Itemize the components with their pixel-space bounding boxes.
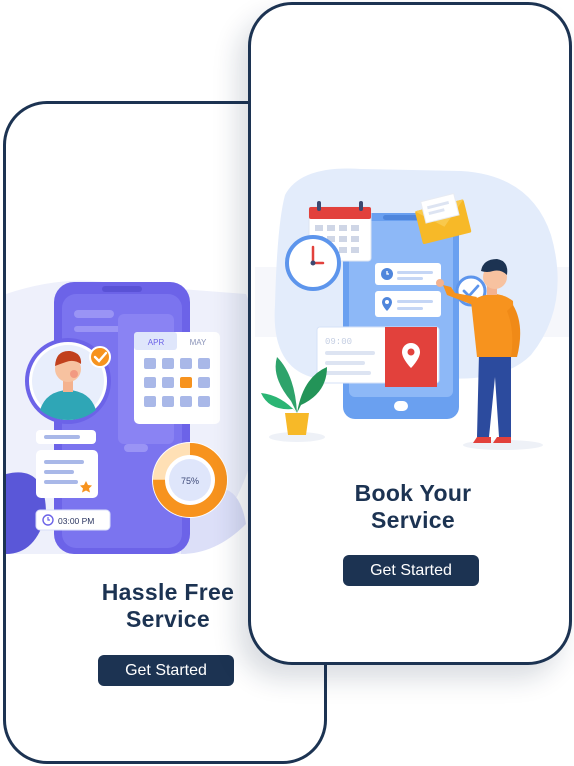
calendar-ring	[317, 201, 321, 211]
card-line	[325, 351, 375, 355]
title-line-1: Hassle Free	[101, 579, 235, 605]
clock-center	[310, 260, 316, 266]
card-line	[397, 300, 433, 303]
title-line-2: Service	[126, 606, 210, 632]
plant-pot	[285, 413, 309, 435]
note-line	[44, 460, 84, 464]
list-line	[44, 435, 80, 439]
title-line-1: Book Your	[354, 480, 472, 506]
calendar-selected-day	[180, 377, 192, 388]
get-started-button[interactable]: Get Started	[98, 655, 234, 686]
calendar-ring	[359, 201, 363, 211]
device-home-button	[394, 401, 408, 411]
device-notch	[383, 215, 419, 220]
card-line	[325, 361, 365, 365]
book-service-illustration: 09:00	[255, 168, 569, 450]
card-line	[325, 371, 371, 375]
device-notch	[102, 286, 142, 292]
card-line	[397, 271, 433, 274]
appointment-time: 09:00	[325, 337, 352, 347]
calendar-month-apr: APR	[148, 338, 165, 347]
screen-title: Hassle Free Service	[88, 579, 248, 633]
phone-screen-book-service: 09:00 Book Your Service Get Started	[248, 2, 572, 665]
device-line	[74, 310, 114, 318]
time-label: 03:00 PM	[58, 516, 94, 526]
device-line	[124, 444, 148, 452]
avatar-cheek	[70, 370, 78, 378]
progress-label: 75%	[181, 476, 199, 486]
note-line	[44, 480, 78, 484]
check-icon	[89, 346, 111, 368]
title-line-2: Service	[371, 507, 455, 533]
card-line	[397, 277, 423, 280]
card-line	[397, 307, 423, 310]
calendar-month-may: MAY	[190, 338, 207, 347]
map-pin-dot	[407, 348, 415, 356]
get-started-button[interactable]: Get Started	[343, 555, 479, 586]
note-line	[44, 470, 74, 474]
map-pin-small-dot	[385, 300, 389, 304]
screen-title: Book Your Service	[333, 480, 493, 534]
